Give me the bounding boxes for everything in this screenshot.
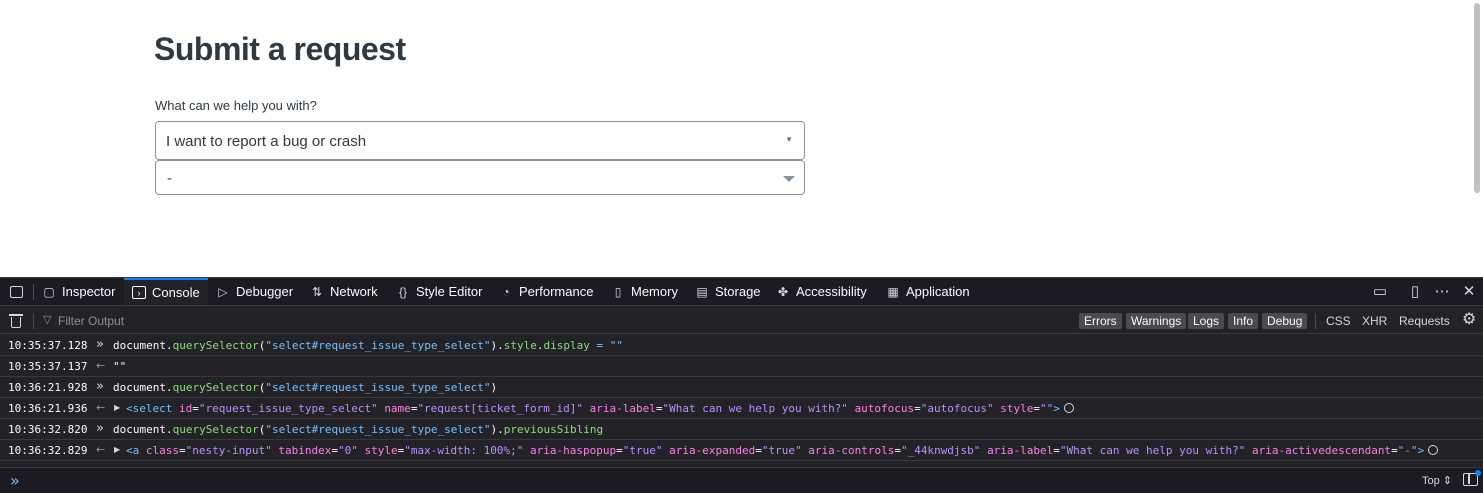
tab-label: Style Editor [416,284,483,299]
debugger-icon: ▷ [218,284,228,299]
console-element-result[interactable]: <a class="nesty-input" tabindex="0" styl… [126,444,1439,457]
devtools-toolbar: ▢ Inspector › Console ▷ Debugger ⇅ Netwo… [0,278,1483,306]
chevron-down-icon [783,176,795,182]
filter-errors-button[interactable]: Errors [1079,313,1122,329]
filter-warnings-button[interactable]: Warnings [1126,313,1187,329]
tab-inspector[interactable]: ▢ Inspector [42,278,115,305]
nesty-input-value: - [167,170,172,187]
inspect-node-icon[interactable] [1063,403,1074,413]
console-input-line[interactable]: » Top ⇕ [0,467,1483,493]
trash-icon[interactable] [9,313,23,328]
tab-network[interactable]: ⇅ Network [310,278,378,305]
inspect-node-icon[interactable] [1428,445,1439,455]
result-arrow-icon: ← [96,443,106,456]
timestamp: 10:36:21.936 [8,402,88,415]
tab-accessibility[interactable]: ✤ Accessibility [776,278,867,305]
filter-requests-button[interactable]: Requests [1399,314,1450,328]
tab-style-editor[interactable]: {} Style Editor [396,278,483,305]
console-output: 10:35:37.128 » document.querySelector("s… [0,335,1483,467]
result-arrow-icon: ← [96,359,106,372]
dock-layout-icon[interactable]: ▭ [1371,283,1389,301]
console-element-result[interactable]: <select id="request_issue_type_select" n… [126,402,1074,415]
filter-info-button[interactable]: Info [1228,313,1259,329]
issue-type-select[interactable]: I want to report a bug or crash ▼ [155,121,805,160]
element-picker-icon[interactable] [8,284,24,300]
page-scrollbar[interactable] [1474,3,1480,193]
accessibility-icon: ✤ [777,284,789,299]
memory-icon: ▯ [614,284,622,299]
console-icon: › [132,286,146,299]
tab-label: Accessibility [796,284,867,299]
console-row: 10:36:32.820 » document.querySelector("s… [0,419,1483,440]
tab-debugger[interactable]: ▷ Debugger [216,278,293,305]
devtools-panel: ▢ Inspector › Console ▷ Debugger ⇅ Netwo… [0,277,1483,493]
timestamp: 10:36:32.829 [8,444,88,457]
console-row: 10:36:21.928 » document.querySelector("s… [0,377,1483,398]
tab-console[interactable]: › Console [124,278,208,305]
performance-icon: ◔ [502,284,510,299]
filter-icon: ▽ [43,314,52,326]
input-chevron-icon: » [96,421,104,436]
select-arrow-icon: ▼ [785,135,793,144]
inspector-icon: ▢ [43,284,55,299]
timestamp: 10:35:37.137 [8,360,88,373]
close-icon[interactable]: ✕ [1460,283,1478,301]
responsive-design-icon[interactable]: ▯ [1406,283,1424,301]
nesty-input[interactable]: - [155,160,805,195]
page-title: Submit a request [154,31,406,67]
context-selector[interactable]: Top ⇕ [1422,474,1452,487]
tab-label: Performance [519,284,594,299]
network-icon: ⇅ [311,284,323,299]
filter-debug-button[interactable]: Debug [1262,313,1308,329]
result-arrow-icon: ← [96,401,106,414]
timestamp: 10:35:37.128 [8,339,88,352]
more-options-icon[interactable]: ⋯ [1433,283,1451,301]
tab-label: Inspector [62,284,116,299]
console-prompt-icon: » [10,471,20,490]
input-chevron-icon: » [96,379,104,394]
style-editor-icon: {} [398,284,407,299]
expand-triangle-icon[interactable]: ▶ [114,403,120,412]
tab-label: Console [152,285,200,300]
console-filter-bar: ▽ Errors Warnings Logs Info Debug CSS XH… [0,307,1483,334]
filter-xhr-button[interactable]: XHR [1362,314,1387,328]
console-command[interactable]: document.querySelector("select#request_i… [113,423,603,436]
console-result: "" [113,360,127,373]
gear-icon[interactable]: ⚙ [1462,312,1476,328]
console-command[interactable]: document.querySelector("select#request_i… [113,381,497,394]
issue-type-label: What can we help you with? [155,98,317,113]
filter-logs-button[interactable]: Logs [1188,313,1225,329]
tab-label: Storage [715,284,761,299]
tab-label: Memory [631,284,678,299]
web-page: Submit a request What can we help you wi… [0,0,1483,277]
tab-label: Application [906,284,970,299]
console-row: 10:35:37.137 ← "" [0,356,1483,377]
storage-icon: ▤ [696,284,708,299]
tab-storage[interactable]: ▤ Storage [695,278,761,305]
toolbar-divider [33,284,34,300]
tab-application[interactable]: ▦ Application [886,278,970,305]
input-chevron-icon: » [96,337,104,352]
tab-label: Debugger [236,284,294,299]
console-row: 10:35:37.128 » document.querySelector("s… [0,335,1483,356]
timestamp: 10:36:21.928 [8,381,88,394]
filter-css-button[interactable]: CSS [1326,314,1351,328]
console-row: 10:36:32.829 ← ▶ <a class="nesty-input" … [0,440,1483,461]
issue-type-select-value: I want to report a bug or crash [166,133,367,150]
console-row: 10:36:21.936 ← ▶ <select id="request_iss… [0,398,1483,419]
expand-triangle-icon[interactable]: ▶ [114,445,120,454]
application-icon: ▦ [887,284,899,299]
console-command[interactable]: document.querySelector("select#request_i… [113,339,623,352]
timestamp: 10:36:32.820 [8,423,88,436]
tab-performance[interactable]: ◔ Performance [499,278,593,305]
sidebar-toggle-icon[interactable] [1463,470,1481,486]
filter-output-input[interactable] [58,314,358,328]
filter-divider [33,313,34,329]
filter-divider [1315,313,1316,329]
tab-label: Network [330,284,378,299]
tab-memory[interactable]: ▯ Memory [611,278,678,305]
